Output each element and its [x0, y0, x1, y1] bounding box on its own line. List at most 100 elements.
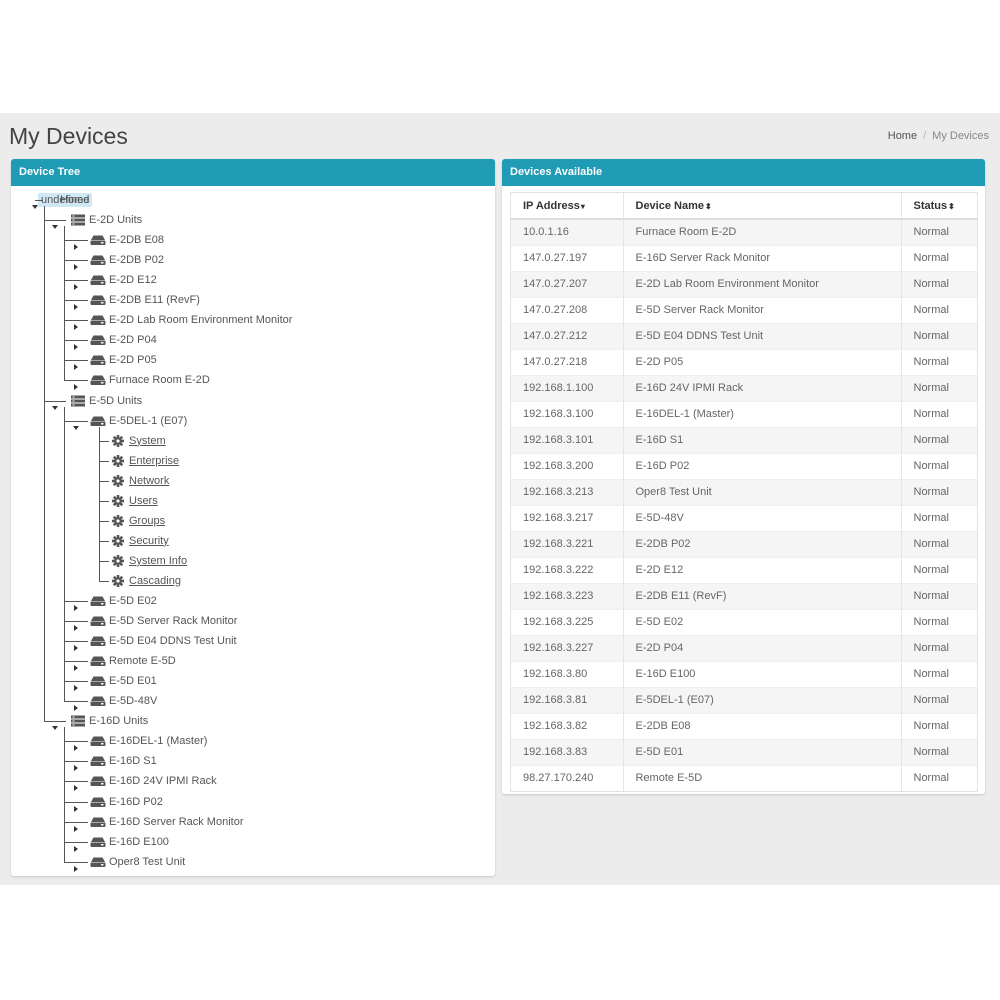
tree-setting-security[interactable]: Security: [110, 532, 169, 550]
tree-device[interactable]: E-16D P02: [90, 793, 163, 811]
tree-device[interactable]: E-2DB P02: [90, 251, 164, 269]
tree-device[interactable]: Remote E-5D: [90, 652, 176, 670]
tree-setting-system[interactable]: System: [110, 432, 166, 450]
tree-root-home[interactable]: undefined Home: [38, 191, 93, 209]
tree-device[interactable]: E-16D S1: [90, 752, 157, 770]
tree-device[interactable]: E-2D Lab Room Environment Monitor: [90, 311, 292, 329]
table-row[interactable]: 10.0.1.16 Furnace Room E-2D Normal: [511, 218, 977, 245]
table-row[interactable]: 192.168.3.101 E-16D S1 Normal: [511, 426, 977, 453]
tree-device[interactable]: E-16D E100: [90, 833, 169, 851]
tree-device[interactable]: Furnace Room E-2D: [90, 371, 210, 389]
expand-toggle-icon[interactable]: [73, 297, 79, 311]
devices-table-header-row: IP Address▾ Device Name⬍ Status⬍: [511, 193, 977, 220]
table-row[interactable]: 147.0.27.208 E-5D Server Rack Monitor Norm…: [511, 296, 977, 323]
table-row[interactable]: 98.27.170.240 Remote E-5D Normal: [511, 764, 977, 791]
expand-toggle-icon[interactable]: [73, 799, 79, 812]
tree-device[interactable]: E-2D P04: [90, 331, 157, 349]
tree-device[interactable]: E-5DEL-1 (E07): [90, 412, 187, 430]
tree-setting-cascading[interactable]: Cascading: [110, 572, 181, 590]
tree-device[interactable]: E-2D E12: [90, 271, 157, 289]
table-row[interactable]: 192.168.3.223 E-2DB E11 (RevF) Normal: [511, 582, 977, 609]
tree-device[interactable]: E-16DEL-1 (Master): [90, 732, 207, 750]
expand-toggle-icon[interactable]: [73, 658, 79, 672]
tree-setting-system-info[interactable]: System Info: [110, 552, 187, 570]
cell-device-name: E-16D S1: [623, 426, 902, 453]
tree-device[interactable]: E-5D E02: [90, 592, 157, 610]
tree-root-highlight[interactable]: undefined Home: [38, 193, 93, 207]
tree-device[interactable]: E-2D P05: [90, 351, 157, 369]
expand-toggle-icon[interactable]: [73, 778, 79, 792]
collapse-toggle-icon[interactable]: [52, 217, 58, 230]
expand-toggle-icon[interactable]: [73, 698, 79, 712]
tree-device[interactable]: E-5D E01: [90, 672, 157, 690]
table-row[interactable]: 192.168.3.81 E-5DEL-1 (E07) Normal: [511, 686, 977, 713]
table-row[interactable]: 192.168.3.100 E-16DEL-1 (Master) Normal: [511, 400, 977, 427]
expand-toggle-icon[interactable]: [73, 598, 79, 611]
tree-node-label: System: [129, 434, 166, 447]
device-icon: [90, 334, 106, 346]
expand-toggle-icon[interactable]: [73, 337, 79, 351]
table-row[interactable]: 147.0.27.218 E-2D P05 Normal: [511, 348, 977, 375]
tree-device[interactable]: E-2DB E11 (RevF): [90, 291, 200, 309]
expand-toggle-icon[interactable]: [73, 758, 79, 772]
tree-node-label: E-2D E12: [109, 274, 157, 287]
tree-device[interactable]: E-16D Server Rack Monitor: [90, 813, 244, 831]
expand-toggle-icon[interactable]: [73, 377, 79, 391]
expand-toggle-icon[interactable]: [73, 678, 79, 692]
tree-connector: [99, 520, 109, 522]
cell-ip-address: 192.168.3.82: [511, 712, 624, 739]
tree-group-1[interactable]: E-2D Units: [70, 211, 142, 229]
breadcrumb-home[interactable]: Home: [888, 130, 917, 142]
collapse-toggle-icon[interactable]: [52, 398, 58, 410]
expand-toggle-icon[interactable]: [73, 819, 79, 832]
column-header-device-name[interactable]: Device Name⬍: [623, 193, 902, 220]
cell-status: Normal: [901, 270, 977, 297]
cell-device-name: Remote E-5D: [623, 764, 902, 791]
expand-toggle-icon[interactable]: [73, 317, 79, 331]
table-row[interactable]: 192.168.3.213 Oper8 Test Unit Normal: [511, 478, 977, 505]
tree-setting-network[interactable]: Network: [110, 472, 169, 490]
expand-toggle-icon[interactable]: [73, 738, 79, 752]
table-row[interactable]: 192.168.3.227 E-2D P04 Normal: [511, 634, 977, 661]
expand-toggle-icon[interactable]: [73, 638, 79, 652]
expand-toggle-icon[interactable]: [73, 277, 79, 291]
tree-device[interactable]: Oper8 Test Unit: [90, 853, 185, 871]
cell-ip-address: 192.168.3.223: [511, 582, 624, 609]
column-header-ip-address[interactable]: IP Address▾: [511, 193, 624, 220]
collapse-toggle-icon[interactable]: [32, 197, 38, 209]
expand-toggle-icon[interactable]: [73, 257, 79, 271]
tree-device[interactable]: E-2DB E08: [90, 231, 164, 249]
table-row[interactable]: 192.168.3.82 E-2DB E08 Normal: [511, 712, 977, 739]
table-row[interactable]: 192.168.3.80 E-16D E100 Normal: [511, 660, 977, 687]
tree-setting-enterprise[interactable]: Enterprise: [110, 452, 179, 470]
table-row[interactable]: 192.168.3.200 E-16D P02 Normal: [511, 452, 977, 479]
cell-device-name: E-5D E04 DDNS Test Unit: [623, 322, 902, 349]
expand-toggle-icon[interactable]: [73, 357, 79, 371]
tree-device[interactable]: E-5D Server Rack Monitor: [90, 612, 237, 630]
tree-group-3[interactable]: E-16D Units: [70, 712, 148, 730]
expand-toggle-icon[interactable]: [73, 618, 79, 632]
table-row[interactable]: 147.0.27.212 E-5D E04 DDNS Test Unit Norma…: [511, 322, 977, 349]
collapse-toggle-icon[interactable]: [52, 718, 58, 731]
table-row[interactable]: 192.168.3.222 E-2D E12 Normal: [511, 556, 977, 583]
tree-device[interactable]: E-16D 24V IPMI Rack: [90, 772, 217, 790]
cell-device-name: E-2D P04: [623, 634, 902, 661]
table-row[interactable]: 192.168.1.100 E-16D 24V IPMI Rack Normal: [511, 374, 977, 401]
column-header-status[interactable]: Status⬍: [901, 193, 977, 220]
table-row[interactable]: 147.0.27.197 E-16D Server Rack Monitor Nor…: [511, 244, 977, 271]
table-row[interactable]: 192.168.3.225 E-5D E02 Normal: [511, 608, 977, 635]
expand-toggle-icon[interactable]: [73, 859, 79, 872]
tree-setting-groups[interactable]: Groups: [110, 512, 165, 530]
tree-device[interactable]: E-5D E04 DDNS Test Unit: [90, 632, 237, 650]
table-row[interactable]: 147.0.27.207 E-2D Lab Room Environment Mo…: [511, 270, 977, 297]
table-row[interactable]: 192.168.3.221 E-2DB P02 Normal: [511, 530, 977, 557]
tree-device[interactable]: E-5D-48V: [90, 692, 157, 710]
tree-setting-users[interactable]: Users: [110, 492, 158, 510]
tree-node-label: E-5D E02: [109, 595, 157, 607]
table-row[interactable]: 192.168.3.217 E-5D-48V Normal: [511, 504, 977, 531]
expand-toggle-icon[interactable]: [73, 237, 79, 251]
tree-group-2[interactable]: E-5D Units: [70, 392, 142, 410]
expand-toggle-icon[interactable]: [73, 839, 79, 852]
table-row[interactable]: 192.168.3.83 E-5D E01 Normal: [511, 738, 977, 765]
collapse-toggle-icon[interactable]: [73, 418, 79, 430]
